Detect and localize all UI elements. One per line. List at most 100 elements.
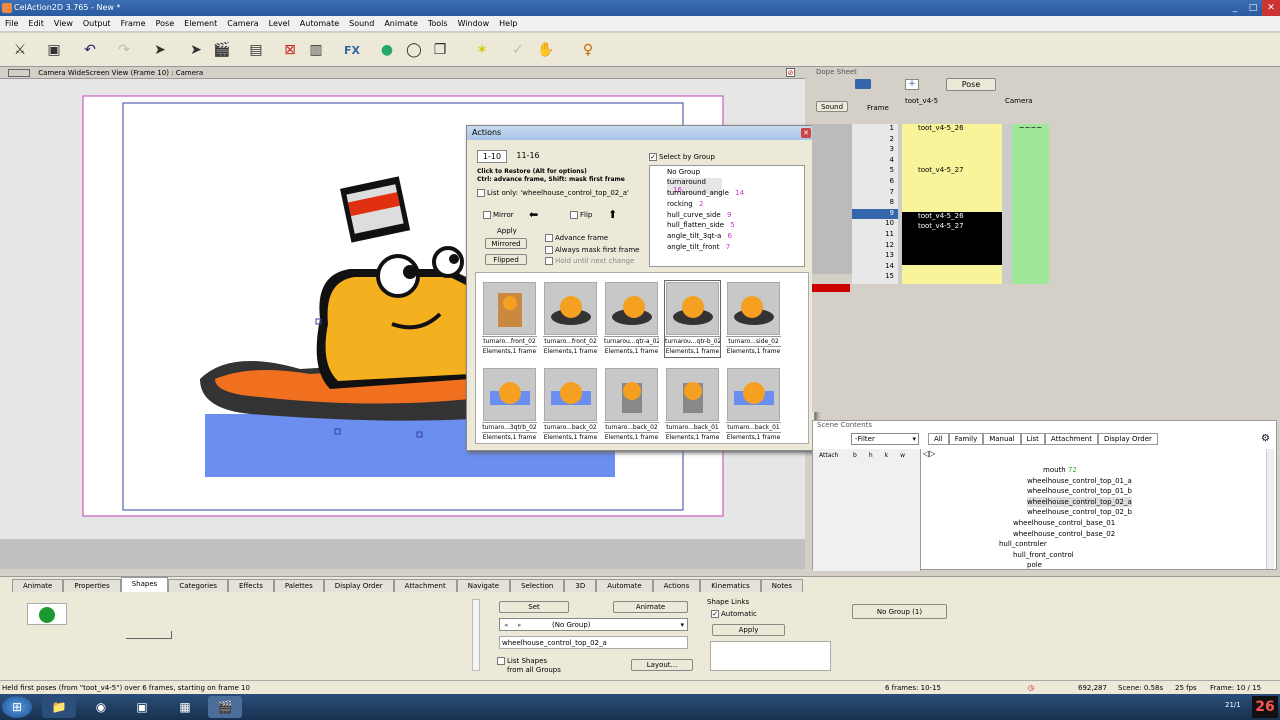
view-menu-icon[interactable] — [8, 69, 30, 77]
group-select[interactable]: ◂ ▸ (No Group) ▾ — [499, 618, 688, 631]
list-only-checkbox[interactable]: List only: 'wheelhouse_control_top_02_a' — [477, 189, 629, 197]
tab-attachment[interactable]: Attachment — [1044, 433, 1098, 445]
group-turnaround-angle[interactable]: turnaround_angle 14 — [667, 189, 744, 197]
tab-actions[interactable]: Actions — [652, 579, 701, 592]
thumb-8[interactable]: turnaro...back_01 Elements,1 frame — [665, 367, 720, 443]
group-hull-curve-side[interactable]: hull_curve_side 9 — [667, 211, 731, 219]
add-icon[interactable]: + — [905, 79, 919, 90]
rotate-icon[interactable]: ◯ — [404, 39, 424, 61]
tree-item[interactable]: wheelhouse_control_top_01_a — [1027, 476, 1132, 487]
select-by-group-checkbox[interactable]: ✓ Select by Group — [649, 153, 715, 161]
prev-arrow-icon[interactable]: ◂ — [504, 619, 508, 631]
shape-name-field[interactable]: wheelhouse_control_top_02_a — [499, 636, 688, 649]
filter-dropdown[interactable]: -Filter ▾ — [851, 433, 919, 445]
tab-attachment[interactable]: Attachment — [393, 579, 457, 592]
no-group-button[interactable]: No Group (1) — [852, 604, 947, 619]
start-button-icon[interactable]: ⊞ — [2, 696, 32, 718]
advance-frame-checkbox[interactable]: Advance frame — [545, 234, 608, 242]
tree-item[interactable]: wheelhouse_control_base_01 — [1013, 518, 1132, 529]
view-close-icon[interactable]: ⊘ — [786, 68, 795, 77]
hold-until-checkbox[interactable]: Hold until next change — [545, 257, 634, 265]
layout-button[interactable]: Layout... — [631, 659, 693, 671]
tree-item-selected[interactable]: wheelhouse_control_top_02_a — [1027, 496, 1132, 508]
menu-window[interactable]: Window — [453, 19, 495, 28]
shape-preview[interactable] — [27, 603, 67, 625]
tab-automate[interactable]: Automate — [596, 579, 653, 592]
bar-chart-icon[interactable]: ▥ — [306, 39, 326, 61]
thumb-7[interactable]: turnaro...back_02 Elements,1 frame — [604, 367, 659, 443]
animate-button[interactable]: Animate — [613, 601, 688, 613]
figure-icon[interactable]: ♀ — [578, 39, 598, 61]
tab-notes[interactable]: Notes — [760, 579, 804, 592]
menu-file[interactable]: File — [0, 19, 23, 28]
tab-3d[interactable]: 3D — [564, 579, 597, 592]
select-arrow-icon[interactable]: ➤ — [150, 39, 170, 61]
tab-shapes[interactable]: Shapes — [120, 577, 169, 592]
mirror-checkbox[interactable]: Mirror — [483, 211, 514, 219]
pose-cell[interactable]: toot_v4-5_26 — [918, 212, 1002, 223]
celaction-icon[interactable]: 🎬 — [208, 696, 242, 718]
shapes-icon[interactable]: ❒ — [430, 39, 450, 61]
expand-arrows-icon[interactable]: ◁▷ — [923, 449, 943, 461]
tree-item[interactable]: wheelhouse_control_base_02 — [1013, 529, 1132, 540]
menu-camera[interactable]: Camera — [222, 19, 263, 28]
globe-icon[interactable]: ● — [377, 39, 397, 61]
tab-selection[interactable]: Selection — [510, 579, 565, 592]
chrome-icon[interactable]: ◉ — [84, 696, 118, 718]
explorer-icon[interactable]: 📁 — [42, 696, 76, 718]
tab-categories[interactable]: Categories — [168, 579, 229, 592]
tab-display-order[interactable]: Display Order — [323, 579, 394, 592]
tree-item[interactable]: hull_controler — [999, 539, 1132, 550]
group-angle-tilt-3qt-a[interactable]: angle_tilt_3qt-a 6 — [667, 232, 732, 240]
menu-automate[interactable]: Automate — [295, 19, 344, 28]
toot-column[interactable]: toot_v4-5_26 toot_v4-5_27 toot_v4-5_26 t… — [902, 124, 1002, 284]
group-hull-flatten-side[interactable]: hull_flatten_side 5 — [667, 221, 735, 229]
tab-animate[interactable]: Animate — [12, 579, 64, 592]
pose-cell[interactable]: toot_v4-5_27 — [902, 166, 1002, 177]
scene-tree[interactable]: mouth 72 wheelhouse_control_top_01_a whe… — [999, 465, 1132, 571]
camera-column[interactable]: ~~~~ — [1012, 124, 1049, 284]
slider-line[interactable] — [126, 631, 172, 639]
camera-cell[interactable]: ~~~~ — [1012, 124, 1049, 135]
thumb-6[interactable]: turnaro...back_02 Elements,1 frame — [543, 367, 598, 443]
tab-effects[interactable]: Effects — [228, 579, 274, 592]
fx-icon[interactable]: FX — [342, 39, 362, 61]
automatic-checkbox[interactable]: ✓ Automatic — [711, 610, 757, 618]
thumb-5[interactable]: turnaro...3qtrb_02 Elements,1 frame — [482, 367, 537, 443]
thumb-9[interactable]: turnaro...back_01 Elements,1 frame — [726, 367, 781, 443]
minimize-button[interactable]: _ — [1226, 0, 1244, 16]
dope-grid[interactable]: 1 2 3 4 5 6 7 8 9 10 11 12 13 14 15 toot… — [852, 124, 1049, 284]
set-button[interactable]: Set — [499, 601, 569, 613]
hand-icon[interactable]: ✋ — [536, 39, 556, 61]
menu-pose[interactable]: Pose — [151, 19, 180, 28]
thumb-1[interactable]: turnaro...front_02 Elements,1 frame — [543, 281, 598, 357]
shape-scrollbar[interactable] — [472, 599, 480, 671]
flip-checkbox[interactable]: Flip — [570, 211, 592, 219]
close-button[interactable]: ✕ — [1262, 0, 1280, 16]
undo-icon[interactable]: ↶ — [80, 39, 100, 61]
actions-tab-11-16[interactable]: 11-16 — [511, 150, 545, 163]
menu-element[interactable]: Element — [179, 19, 222, 28]
redo-icon[interactable]: ↷ — [114, 39, 134, 61]
menu-level[interactable]: Level — [264, 19, 295, 28]
tab-palettes[interactable]: Palettes — [273, 579, 324, 592]
tab-family[interactable]: Family — [948, 433, 984, 445]
sound-button[interactable]: Sound — [816, 101, 848, 112]
tree-item[interactable]: mouth 72 — [1043, 465, 1132, 476]
menu-view[interactable]: View — [49, 19, 78, 28]
group-list[interactable]: No Group turnaround 16 turnaround_angle … — [649, 165, 805, 267]
menu-edit[interactable]: Edit — [23, 19, 49, 28]
tree-item[interactable]: wheelhouse_control_top_02_b — [1027, 507, 1132, 518]
pose-button[interactable]: Pose — [946, 78, 996, 91]
pose-cell[interactable]: toot_v4-5_27 — [918, 222, 1002, 233]
tab-list[interactable]: List — [1020, 433, 1045, 445]
tree-item[interactable]: wheelhouse_control_top_01_b — [1027, 486, 1132, 497]
tab-display-order[interactable]: Display Order — [1097, 433, 1158, 445]
shape-links-list[interactable] — [710, 641, 831, 671]
check-icon[interactable]: ✓ — [508, 39, 528, 61]
group-no-group[interactable]: No Group — [667, 168, 700, 176]
clapper-icon[interactable]: 🎬 — [212, 39, 232, 61]
menu-frame[interactable]: Frame — [116, 19, 151, 28]
app-icon-1[interactable]: ▣ — [125, 696, 159, 718]
apply-links-button[interactable]: Apply — [712, 624, 785, 636]
